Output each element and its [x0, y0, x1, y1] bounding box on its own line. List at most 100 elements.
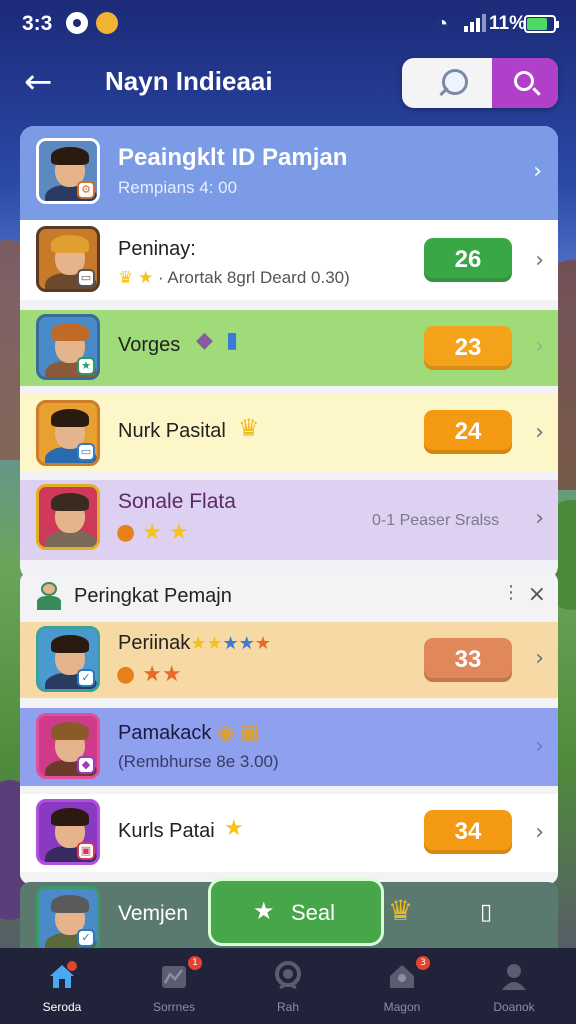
star-rating: ★★★★★: [190, 633, 271, 653]
seal-button-label: Seal: [291, 900, 336, 925]
search-box[interactable]: [402, 58, 558, 108]
app-notification-icon: [96, 12, 118, 34]
page-title: Nayn Indieaai: [105, 66, 273, 96]
score-badge: 24: [424, 410, 512, 454]
search-lens-icon: [442, 69, 468, 95]
gem-icon: ◆: [196, 328, 213, 353]
back-arrow-icon[interactable]: ←: [24, 62, 64, 102]
chest-icon: ▣: [239, 722, 259, 744]
avatar: [36, 484, 100, 550]
tab-label: Seroda: [42, 1000, 82, 1014]
search-icon: [514, 71, 534, 91]
rating-icons: ● ★ ★: [116, 520, 189, 545]
profile-icon: [275, 961, 301, 990]
star-icon: ★: [224, 816, 244, 841]
close-icon[interactable]: ×: [528, 582, 546, 607]
list-item[interactable]: ★ Vorges ◆ ▮ 23 ›: [20, 310, 558, 386]
tab-home[interactable]: Seroda: [16, 948, 108, 1024]
list-item[interactable]: ◆ Pamakack ◉ ▣ (Rembhurse 8e 3.00) ›: [20, 708, 558, 786]
castle-icon: [390, 965, 414, 988]
trophy-icon: ♛: [118, 268, 134, 287]
notification-badge: 3: [416, 956, 430, 970]
user-icon: [502, 964, 526, 990]
wifi-icon: ◔: [436, 13, 449, 35]
star-icon: ★: [142, 520, 162, 545]
item-title: Pamakack ◉ ▣: [118, 722, 259, 744]
item-title: Periinak★★★★★: [118, 632, 271, 654]
item-title: Sonale Flata: [118, 490, 236, 513]
chevron-right-icon: ›: [535, 734, 544, 759]
trophy-icon: ♛: [388, 894, 414, 927]
item-title: Kurls Patai: [118, 820, 215, 842]
coin-icon: ●: [116, 662, 136, 687]
featured-card[interactable]: ⚙ Peaingklt ID Pamjan Rempians 4: 00 ›: [20, 126, 558, 220]
item-detail: 0-1 Peaser Sralss: [372, 512, 500, 529]
chevron-right-icon: ›: [535, 420, 544, 445]
featured-title: Peaingklt ID Pamjan: [118, 144, 348, 171]
signal-icon: [464, 14, 486, 32]
bottom-tab-bar: Seroda 1 Sorrnes Rah 3 Magon Doanok: [0, 948, 576, 1024]
list-item[interactable]: Sonale Flata ● ★ ★ 0-1 Peaser Sralss ›: [20, 480, 558, 560]
score-badge: 23: [424, 326, 512, 370]
battery-percent: 11%: [489, 13, 526, 34]
section-header: Peringkat Pemajn ⋮ ×: [20, 572, 558, 618]
score-badge: 26: [424, 238, 512, 282]
avatar: ▭: [36, 226, 100, 292]
battery-icon: [524, 15, 559, 33]
avatar: ▭: [36, 400, 100, 466]
player-name: Vemjen: [118, 902, 189, 925]
item-detail: ♛ ★ · Arortak 8grl Deard 0.30): [118, 268, 350, 287]
list-item[interactable]: ▣ Kurls Patai ★ 34 ›: [20, 794, 558, 872]
header: ← Nayn Indieaai: [0, 52, 576, 114]
chevron-right-icon: ›: [535, 820, 544, 845]
avatar: ▣: [36, 799, 100, 865]
tab-label: Sorrnes: [152, 1000, 196, 1014]
chevron-right-icon: ›: [535, 334, 544, 359]
seal-button[interactable]: ★ Seal: [208, 878, 384, 946]
coin-icon: ●: [116, 520, 136, 545]
chart-icon: [162, 966, 186, 988]
star-icon: ★: [137, 268, 154, 287]
chevron-right-icon: ›: [533, 159, 542, 184]
avatar: ★: [36, 314, 100, 380]
tab-magon[interactable]: 3 Magon: [356, 948, 448, 1024]
tab-rah[interactable]: Rah: [242, 948, 334, 1024]
list-item[interactable]: ▭ Peninay: ♛ ★ · Arortak 8grl Deard 0.30…: [20, 220, 558, 300]
rating-icons: ● ★★: [116, 662, 182, 687]
notification-badge: 1: [188, 956, 202, 970]
avatar: ⚙: [36, 138, 100, 204]
tab-label: Doanok: [493, 1000, 535, 1014]
avatar: ✓: [36, 626, 100, 692]
more-options-icon[interactable]: ⋮: [502, 582, 520, 603]
notification-icon: [66, 12, 88, 34]
section-title: Peringkat Pemajn: [74, 585, 232, 607]
medal-icon: ◉: [216, 722, 235, 744]
avatar: ◆: [36, 713, 100, 779]
player-icon: [34, 580, 64, 612]
item-title: Peninay:: [118, 238, 196, 260]
status-time: 3:3: [22, 12, 53, 35]
search-button[interactable]: [492, 58, 558, 108]
trophy-icon: ♛: [238, 414, 260, 442]
chevron-right-icon: ›: [535, 506, 544, 531]
tab-label: Rah: [276, 1000, 299, 1014]
star-icon: ★★: [142, 662, 182, 687]
item-title: Vorges: [118, 334, 181, 356]
home-icon: [50, 961, 77, 988]
featured-subtitle: Rempians 4: 00: [118, 178, 238, 197]
ranking-section: Peringkat Pemajn ⋮ × ✓ Periinak★★★★★ ● ★…: [20, 572, 558, 884]
item-title: Nurk Pasital: [118, 420, 226, 442]
chevron-right-icon: ›: [535, 248, 544, 273]
ranking-panel: ⚙ Peaingklt ID Pamjan Rempians 4: 00 › ▭…: [20, 126, 558, 580]
star-icon: ★: [168, 520, 189, 545]
score-badge: 33: [424, 638, 512, 682]
star-icon: ★: [253, 898, 275, 925]
potion-icon: ▮: [226, 328, 239, 353]
list-item[interactable]: ✓ Periinak★★★★★ ● ★★ 33 ›: [20, 622, 558, 698]
tab-scores[interactable]: 1 Sorrnes: [128, 948, 220, 1024]
chevron-right-icon: ›: [535, 646, 544, 671]
share-icon[interactable]: ▯: [480, 900, 492, 925]
list-item[interactable]: ▭ Nurk Pasital ♛ 24 ›: [20, 394, 558, 472]
score-badge: 34: [424, 810, 512, 854]
tab-doanok[interactable]: Doanok: [468, 948, 560, 1024]
